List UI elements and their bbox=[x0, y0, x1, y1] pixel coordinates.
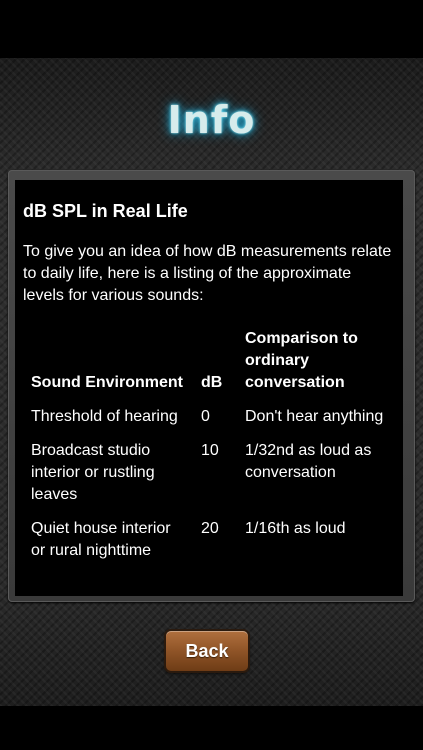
cell-comparison: 1/16th as loud bbox=[245, 520, 346, 537]
header-comparison: Comparison to ordinary conversation bbox=[245, 330, 358, 391]
table-row: Quiet house interior or rural nighttime … bbox=[25, 518, 401, 574]
screen-title: Info bbox=[167, 98, 256, 142]
info-panel[interactable]: dB SPL in Real Life To give you an idea … bbox=[15, 180, 403, 596]
cell-db: 0 bbox=[201, 408, 210, 425]
back-button[interactable]: Back bbox=[166, 631, 248, 671]
header-sound-environment: Sound Environment bbox=[31, 374, 183, 391]
table-header-row: Sound Environment dB Comparison to ordin… bbox=[25, 328, 401, 406]
top-black-bar bbox=[0, 0, 423, 58]
info-intro: To give you an idea of how dB measuremen… bbox=[23, 243, 392, 304]
sound-levels-table: Sound Environment dB Comparison to ordin… bbox=[25, 328, 401, 574]
table-row: Broadcast studio interior or rustling le… bbox=[25, 440, 401, 518]
cell-db: 20 bbox=[201, 520, 219, 537]
cell-db: 10 bbox=[201, 442, 219, 459]
cell-environment: Threshold of hearing bbox=[31, 408, 178, 425]
header-db: dB bbox=[201, 374, 223, 391]
cell-environment: Broadcast studio interior or rustling le… bbox=[31, 442, 155, 503]
cell-comparison: 1/32nd as loud as conversation bbox=[245, 442, 372, 481]
cell-environment: Quiet house interior or rural nighttime bbox=[31, 520, 171, 559]
bottom-black-bar bbox=[0, 706, 423, 750]
table-row: Threshold of hearing 0 Don't hear anythi… bbox=[25, 406, 401, 440]
info-heading: dB SPL in Real Life bbox=[23, 201, 188, 221]
cell-comparison: Don't hear anything bbox=[245, 408, 384, 425]
